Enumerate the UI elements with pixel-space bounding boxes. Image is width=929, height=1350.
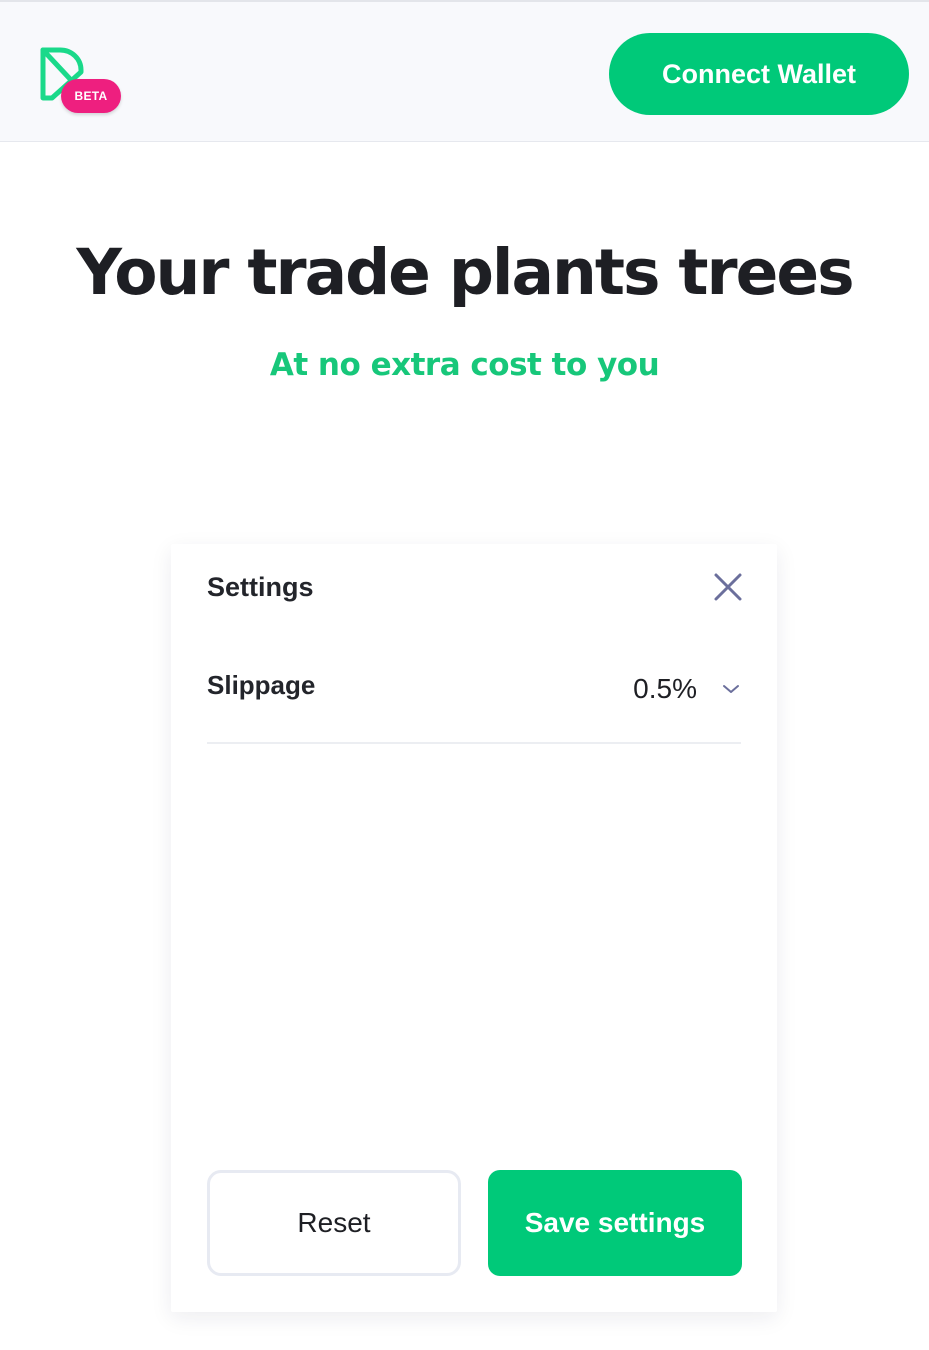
slippage-dropdown[interactable]: 0.5% [633, 664, 741, 714]
connect-wallet-button[interactable]: Connect Wallet [609, 33, 909, 115]
reset-button[interactable]: Reset [207, 1170, 461, 1276]
slippage-row: Slippage 0.5% [207, 664, 741, 744]
close-icon [714, 573, 742, 601]
beta-badge: BETA [61, 79, 121, 113]
slippage-value: 0.5% [633, 673, 697, 704]
chevron-down-icon [723, 685, 739, 693]
brand-logo[interactable]: BETA [38, 46, 124, 116]
settings-panel: Settings Slippage 0.5% Reset Save settin… [171, 544, 777, 1312]
page-subtitle: At no extra cost to you [269, 347, 660, 383]
page-title: Your trade plants trees [76, 236, 854, 309]
save-settings-button[interactable]: Save settings [488, 1170, 742, 1276]
top-header: BETA Connect Wallet [0, 0, 929, 142]
slippage-label: Slippage [207, 670, 316, 700]
settings-title: Settings [207, 572, 314, 602]
close-button[interactable] [711, 570, 745, 604]
